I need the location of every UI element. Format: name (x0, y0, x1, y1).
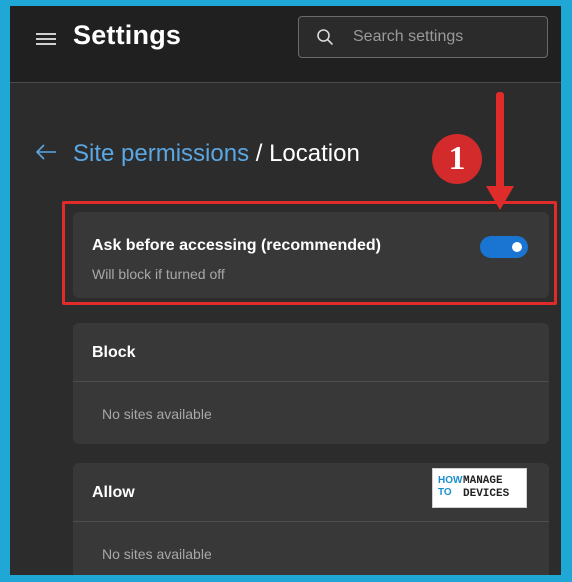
logo-how-to: HOW TO (438, 475, 463, 498)
allow-section-divider (73, 521, 549, 522)
search-box[interactable] (298, 16, 548, 58)
breadcrumb: Site permissions / Location (73, 140, 360, 168)
annotation-arrow-icon (486, 186, 514, 210)
back-arrow-icon[interactable] (35, 143, 57, 161)
breadcrumb-location: Location (269, 140, 360, 167)
ask-before-accessing-description: Will block if turned off (92, 266, 225, 282)
ask-before-accessing-card: Ask before accessing (recommended) Will … (73, 212, 549, 298)
menu-icon[interactable] (36, 31, 56, 47)
annotation-arrow-shaft (496, 92, 504, 190)
logo-manage-devices: MANAGE DEVICES (463, 475, 510, 500)
ask-before-accessing-toggle[interactable] (480, 236, 528, 258)
settings-window: Settings Site permissions / Location Ask… (10, 6, 561, 575)
search-input[interactable] (353, 25, 539, 49)
block-section-title: Block (92, 344, 136, 361)
ask-before-accessing-label: Ask before accessing (recommended) (92, 237, 381, 254)
breadcrumb-separator: / (255, 140, 263, 167)
watermark-logo: HOW TO MANAGE DEVICES (432, 468, 527, 508)
search-icon (317, 29, 333, 45)
allow-section-title: Allow (92, 484, 135, 501)
allow-empty-text: No sites available (102, 546, 212, 562)
breadcrumb-site-permissions[interactable]: Site permissions (73, 140, 249, 167)
main-content: Site permissions / Location Ask before a… (10, 83, 561, 575)
page-title: Settings (73, 20, 182, 50)
toggle-knob (512, 242, 522, 252)
annotation-step-badge: 1 (432, 134, 482, 184)
block-empty-text: No sites available (102, 406, 212, 422)
header: Settings (10, 6, 561, 82)
block-section-divider (73, 381, 549, 382)
block-section: Block No sites available (73, 323, 549, 444)
